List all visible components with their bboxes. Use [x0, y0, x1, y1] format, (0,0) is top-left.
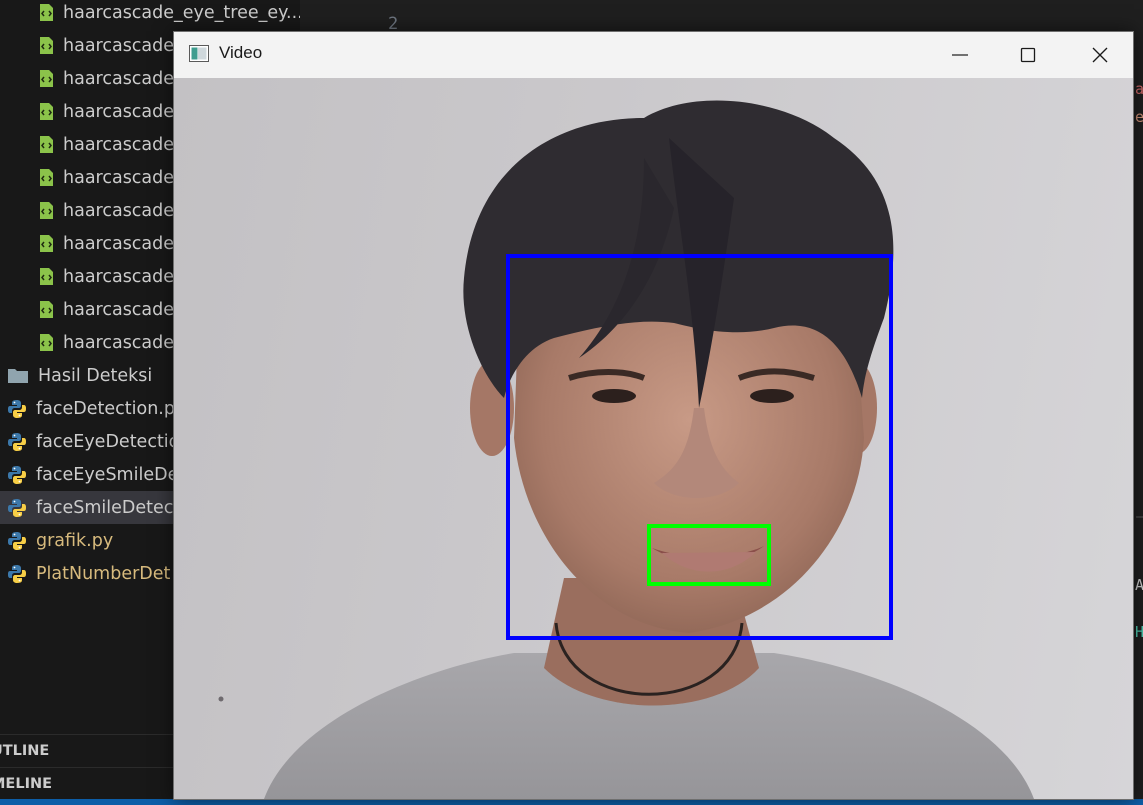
file-item[interactable]: haarcascade: [0, 128, 174, 161]
xml-file-icon: [39, 201, 54, 220]
file-item[interactable]: haarcascade: [0, 194, 174, 227]
xml-file-icon: [39, 267, 54, 286]
file-label: haarcascade: [63, 134, 175, 155]
code-fragment: A: [1135, 576, 1143, 594]
window-title: Video: [219, 43, 263, 62]
maximize-button[interactable]: [993, 32, 1063, 78]
file-item[interactable]: faceEyeSmileDe: [0, 458, 178, 491]
minimize-icon: [952, 54, 968, 56]
xml-file-icon: [39, 300, 54, 319]
file-item[interactable]: faceDetection.p: [0, 392, 175, 425]
python-file-icon: [7, 432, 27, 452]
file-item[interactable]: grafik.py: [0, 524, 113, 557]
code-fragment: al: [1135, 80, 1143, 98]
file-label: haarcascade: [63, 299, 175, 320]
file-label: haarcascade: [63, 200, 175, 221]
xml-file-icon: [39, 168, 54, 187]
smile-detection-box: [647, 524, 771, 586]
file-label: haarcascade: [63, 332, 175, 353]
file-item[interactable]: haarcascade: [0, 326, 174, 359]
file-label: haarcascade: [63, 35, 175, 56]
xml-file-icon: [39, 102, 54, 121]
file-label: haarcascade: [63, 233, 175, 254]
code-fragment: e: [1135, 108, 1143, 126]
folder-icon: [7, 367, 29, 384]
file-label: haarcascade_eye_tree_ey...: [63, 2, 300, 23]
file-label: faceEyeDetectio: [36, 431, 180, 452]
file-item[interactable]: faceEyeDetectio: [0, 425, 179, 458]
file-label: Hasil Deteksi: [38, 365, 153, 386]
file-label: haarcascade: [63, 167, 175, 188]
close-button[interactable]: [1065, 32, 1133, 78]
file-label: grafik.py: [36, 530, 114, 551]
file-item[interactable]: haarcascade: [0, 29, 174, 62]
code-fragment: H: [1135, 623, 1143, 641]
python-file-icon: [7, 564, 27, 584]
close-icon: [1092, 47, 1108, 63]
file-label: PlatNumberDet: [36, 563, 171, 584]
file-label: haarcascade: [63, 266, 175, 287]
python-file-icon: [7, 531, 27, 551]
file-item[interactable]: haarcascade: [0, 95, 174, 128]
file-item[interactable]: haarcascade: [0, 161, 174, 194]
xml-file-icon: [39, 36, 54, 55]
video-window[interactable]: Video: [173, 31, 1134, 800]
app-icon: [189, 45, 209, 62]
file-label: faceEyeSmileDe: [36, 464, 179, 485]
minimize-button[interactable]: [925, 32, 995, 78]
file-item[interactable]: haarcascade: [0, 62, 174, 95]
file-item[interactable]: haarcascade: [0, 260, 174, 293]
file-item[interactable]: haarcascade_eye_tree_ey...: [0, 0, 300, 29]
python-file-icon: [7, 399, 27, 419]
file-label: haarcascade: [63, 68, 175, 89]
xml-file-icon: [39, 3, 54, 22]
video-frame: [174, 78, 1133, 799]
xml-file-icon: [39, 135, 54, 154]
folder-item[interactable]: Hasil Deteksi: [0, 359, 152, 392]
split-handle: [1136, 516, 1143, 518]
xml-file-icon: [39, 69, 54, 88]
file-label: faceDetection.p: [36, 398, 175, 419]
file-item[interactable]: haarcascade: [0, 293, 174, 326]
file-label: faceSmileDetect: [36, 497, 181, 518]
python-file-icon: [7, 465, 27, 485]
window-titlebar[interactable]: Video: [174, 32, 1133, 78]
file-item[interactable]: PlatNumberDet: [0, 557, 170, 590]
file-item[interactable]: haarcascade: [0, 227, 174, 260]
xml-file-icon: [39, 234, 54, 253]
python-file-icon: [7, 498, 27, 518]
maximize-icon: [1020, 47, 1036, 63]
xml-file-icon: [39, 333, 54, 352]
file-label: haarcascade: [63, 101, 175, 122]
